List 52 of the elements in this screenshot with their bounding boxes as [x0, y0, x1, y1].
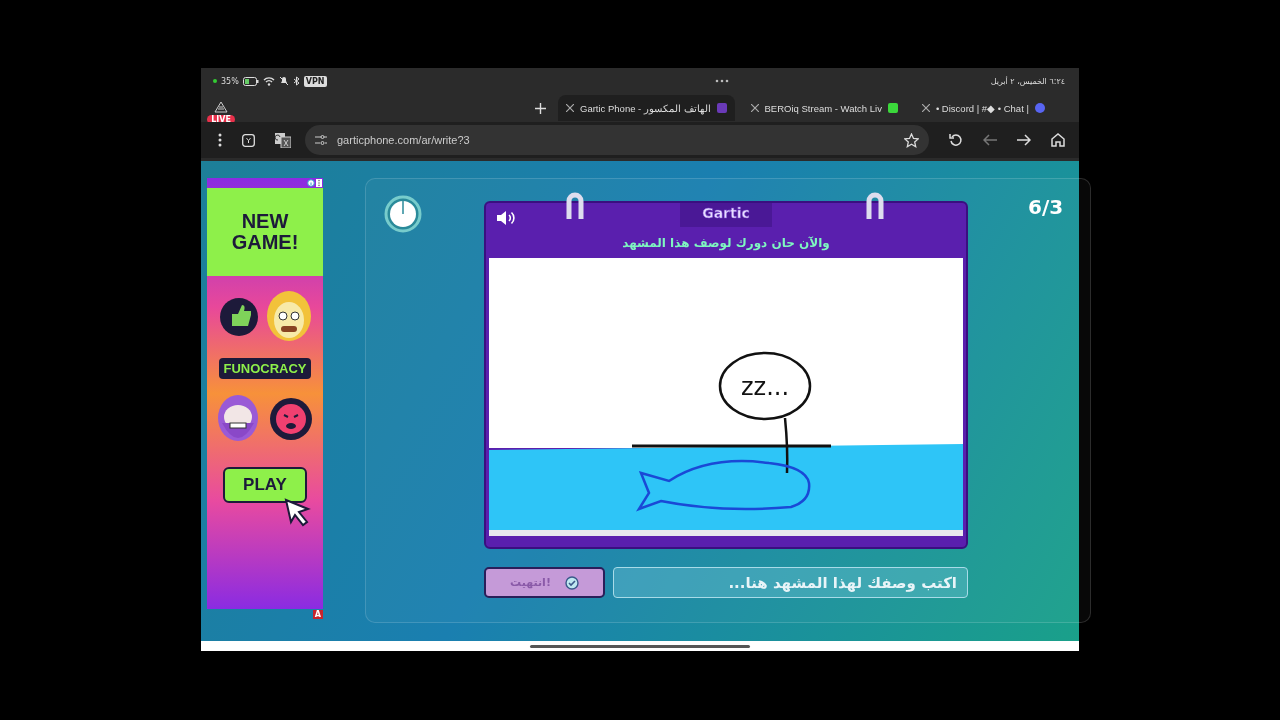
extension-icon[interactable]	[242, 133, 255, 147]
ad-badge: A	[312, 610, 323, 619]
menu-icon[interactable]	[218, 133, 222, 147]
browser-tab[interactable]: BEROiq Stream - Watch Liv	[742, 95, 906, 121]
ad-game-title: FUNOCRACY	[219, 358, 311, 379]
battery-level: 35%	[221, 76, 239, 86]
address-bar[interactable]: garticphone.com/ar/write?3	[305, 125, 929, 155]
tab-title: BEROiq Stream - Watch Liv	[764, 102, 882, 114]
close-icon[interactable]	[921, 104, 930, 112]
close-icon[interactable]	[750, 104, 759, 112]
timer-icon	[384, 195, 422, 233]
home-icon[interactable]	[1051, 133, 1065, 147]
kebab-icon[interactable]	[316, 179, 322, 187]
bluetooth-icon	[292, 76, 300, 86]
bell-muted-icon	[278, 76, 289, 86]
prompt-title: والآن حان دورك لوصف هذا المشهد	[622, 236, 830, 250]
date-time: ٦:٢٤ الخميس، ٢ أبريل	[990, 76, 1065, 86]
more-icon[interactable]	[714, 79, 729, 83]
prism-logo-icon	[214, 100, 228, 113]
ad-headline: NEW GAME!	[230, 211, 300, 253]
gartic-logo: Gartic	[680, 203, 772, 227]
back-arrow-icon[interactable]	[983, 134, 997, 146]
ad-banner[interactable]: NEW GAME! FUNOCRACY PLAY	[207, 178, 323, 609]
cartoon-face-icon	[266, 290, 312, 344]
translate-icon[interactable]	[275, 132, 291, 148]
speaker-icon[interactable]	[496, 210, 516, 226]
browser-tab[interactable]: Gartic Phone - الهاتف المكسور	[558, 95, 735, 121]
cursor-icon	[282, 497, 313, 527]
favicon-icon	[887, 103, 898, 113]
play-button[interactable]: PLAY	[223, 467, 307, 503]
reload-icon[interactable]	[949, 133, 963, 147]
site-settings-icon[interactable]	[315, 135, 327, 145]
favicon-icon	[1034, 103, 1045, 113]
plus-icon	[535, 102, 546, 114]
close-icon[interactable]	[566, 104, 574, 112]
status-dot-icon	[213, 79, 217, 83]
battery-icon	[242, 76, 259, 86]
home-indicator[interactable]	[530, 644, 750, 648]
forward-arrow-icon[interactable]	[1017, 134, 1031, 146]
vpn-indicator: VPN	[303, 75, 327, 87]
star-icon[interactable]	[904, 132, 919, 148]
info-icon[interactable]	[307, 179, 315, 187]
wifi-icon	[262, 76, 275, 86]
favicon-icon	[716, 103, 727, 113]
round-counter: 6/3	[1028, 195, 1064, 219]
tab-title: Gartic Phone - الهاتف المكسور	[580, 102, 711, 114]
drawing-text: zz...	[740, 373, 790, 401]
answer-field[interactable]: اكتب وصفك لهذا المشهد هنا...	[613, 567, 968, 598]
url-text: garticphone.com/ar/write?3	[337, 134, 470, 146]
browser-tab[interactable]: • Discord | #◆ • Chat |	[913, 95, 1053, 121]
check-icon	[564, 575, 579, 590]
tab-title: • Discord | #◆ • Chat |	[935, 102, 1029, 114]
